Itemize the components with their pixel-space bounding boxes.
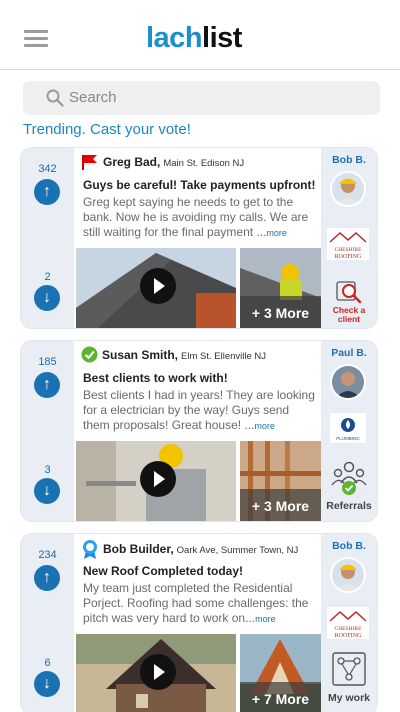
post-body-text: Best clients I had in years! They are lo… xyxy=(83,388,315,432)
trending-heading: Trending. Cast your vote! xyxy=(23,121,191,138)
post-video[interactable] xyxy=(76,248,236,328)
more-images-overlay[interactable]: + 7 More xyxy=(240,682,321,712)
more-images-overlay[interactable]: + 3 More xyxy=(240,489,321,521)
logo-text-2: ROOFING xyxy=(335,254,362,260)
side-panel: Bob B. CHESHIRE ROOFING My work xyxy=(321,534,377,712)
post-card[interactable]: 185 ↑ 3 ↓ Susan Smith, Elm St. Ellenville… xyxy=(20,340,378,522)
more-link[interactable]: more xyxy=(255,614,276,624)
author-name[interactable]: Bob Builder, xyxy=(103,542,174,556)
author-location: Elm St. Ellenville NJ xyxy=(181,351,267,362)
downvote-count: 6 xyxy=(44,657,51,669)
check-client-icon[interactable] xyxy=(335,280,363,304)
my-work-icon[interactable] xyxy=(331,651,367,687)
vote-column: 342 ↑ 2 ↓ xyxy=(21,148,74,328)
downvote-button[interactable]: ↓ xyxy=(34,478,60,504)
post-gallery[interactable]: + 3 More xyxy=(240,248,321,328)
upvote-count: 185 xyxy=(38,356,57,368)
vote-column: 185 ↑ 3 ↓ xyxy=(21,341,74,521)
my-work-button[interactable]: My work xyxy=(321,692,377,704)
avatar[interactable] xyxy=(330,557,366,593)
post-video[interactable] xyxy=(76,634,236,712)
post-body: My team just completed the Residential P… xyxy=(83,581,319,627)
award-icon xyxy=(83,540,97,559)
downvote-button[interactable]: ↓ xyxy=(34,671,60,697)
post-author-row: Bob Builder, Oark Ave, Summer Town, NJ xyxy=(81,539,299,559)
downvote-count: 2 xyxy=(44,271,51,283)
app-logo[interactable]: lachlist xyxy=(146,22,242,55)
upvote-button[interactable]: ↑ xyxy=(34,565,60,591)
side-user-name[interactable]: Bob B. xyxy=(321,540,377,552)
search-icon xyxy=(46,89,64,107)
post-card[interactable]: 234 ↑ 6 ↓ Bob Builder, Oark Ave, Summer T… xyxy=(20,533,378,712)
post-gallery[interactable]: + 7 More xyxy=(240,634,321,712)
search-input[interactable]: Search xyxy=(23,81,380,115)
upvote-button[interactable]: ↑ xyxy=(34,179,60,205)
post-title: New Roof Completed today! xyxy=(83,564,244,578)
logo-text-2: ROOFING xyxy=(335,633,362,639)
author-name[interactable]: Susan Smith, xyxy=(102,348,178,362)
vote-column: 234 ↑ 6 ↓ xyxy=(21,534,74,712)
author-location: Oark Ave, Summer Town, NJ xyxy=(176,545,299,557)
app-header: lachlist xyxy=(0,0,400,70)
play-button[interactable] xyxy=(140,268,176,304)
post-title: Best clients to work with! xyxy=(83,371,228,385)
author-location: Main St. Edison NJ xyxy=(163,158,245,169)
side-panel: Paul B. PLUMBING Referrals xyxy=(321,341,377,521)
company-logo: PLUMBING xyxy=(330,413,366,443)
post-gallery[interactable]: + 3 More xyxy=(240,441,321,521)
logo-part-2: list xyxy=(202,22,242,54)
side-user-name[interactable]: Bob B. xyxy=(321,154,377,166)
check-icon xyxy=(81,346,98,363)
more-link[interactable]: more xyxy=(254,421,275,431)
menu-icon[interactable] xyxy=(24,30,48,48)
avatar[interactable] xyxy=(330,171,366,207)
company-logo: CHESHIRE ROOFING xyxy=(327,607,369,639)
post-card[interactable]: 342 ↑ 2 ↓ Greg Bad, Main St. Edison NJ Gu… xyxy=(20,147,378,329)
flag-icon xyxy=(82,154,97,170)
upvote-button[interactable]: ↑ xyxy=(34,372,60,398)
more-images-overlay[interactable]: + 3 More xyxy=(240,296,321,328)
logo-text-1: CHESHIRE xyxy=(335,626,363,632)
post-video[interactable] xyxy=(76,441,236,521)
side-user-name[interactable]: Paul B. xyxy=(321,347,377,359)
logo-part-1: lach xyxy=(146,22,203,54)
logo-text-1: CHESHIRE xyxy=(335,247,363,253)
check-client-button[interactable]: Check a client xyxy=(321,306,377,324)
downvote-count: 3 xyxy=(44,464,51,476)
post-author-row: Susan Smith, Elm St. Ellenville NJ xyxy=(81,346,266,364)
downvote-button[interactable]: ↓ xyxy=(34,285,60,311)
author-name[interactable]: Greg Bad, xyxy=(103,155,160,169)
logo-text-1: PLUMBING xyxy=(336,436,360,441)
referrals-icon[interactable] xyxy=(330,459,368,497)
upvote-count: 234 xyxy=(38,549,57,561)
avatar[interactable] xyxy=(330,364,366,400)
upvote-count: 342 xyxy=(38,163,57,175)
referrals-button[interactable]: Referrals xyxy=(321,500,377,512)
more-link[interactable]: more xyxy=(266,228,287,238)
post-title: Guys be careful! Take payments upfront! xyxy=(83,178,316,192)
play-button[interactable] xyxy=(140,461,176,497)
post-body: Best clients I had in years! They are lo… xyxy=(83,388,319,434)
search-placeholder: Search xyxy=(69,89,117,106)
post-author-row: Greg Bad, Main St. Edison NJ xyxy=(81,153,244,171)
post-body: Greg kept saying he needs to get to the … xyxy=(83,195,319,241)
company-logo: CHESHIRE ROOFING xyxy=(327,228,369,260)
side-panel: Bob B. CHESHIRE ROOFING Check a client xyxy=(321,148,377,328)
play-button[interactable] xyxy=(140,654,176,690)
